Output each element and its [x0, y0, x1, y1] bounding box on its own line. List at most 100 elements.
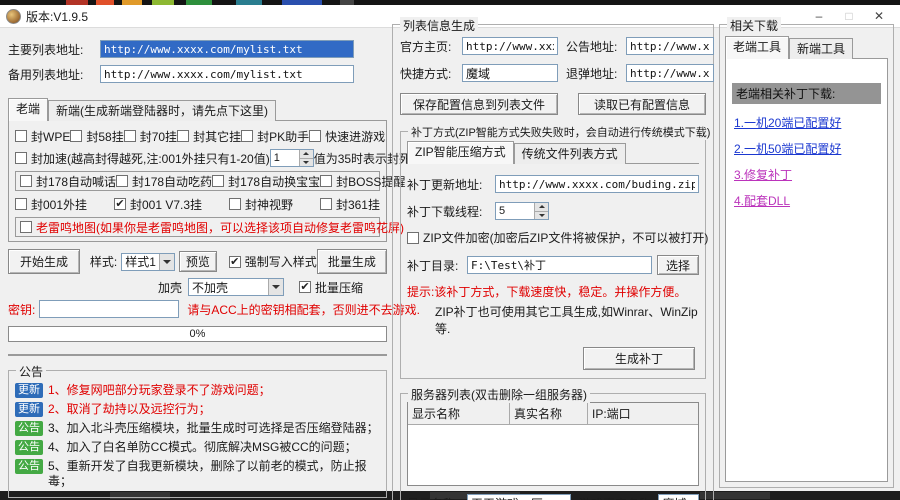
- tab-old-tools[interactable]: 老端工具: [725, 36, 789, 59]
- official-home-input[interactable]: [462, 37, 558, 55]
- checkbox-box[interactable]: ✔: [229, 256, 241, 268]
- middle-panel: 列表信息生成 官方主页: 公告地址: 快捷方式: 退弹地址: 保存配置信息到列表…: [392, 24, 714, 488]
- notice-badge: 公告: [15, 459, 43, 474]
- checkbox-178-pet[interactable]: 封178自动换宝宝: [212, 173, 320, 190]
- shell-select[interactable]: 不加壳: [188, 278, 284, 296]
- checkbox-vision[interactable]: 封神视野: [229, 196, 293, 213]
- display-name-input[interactable]: [467, 494, 571, 500]
- checkbox-box[interactable]: [177, 130, 189, 142]
- choose-dir-button[interactable]: 选择: [657, 255, 699, 275]
- checkbox-box[interactable]: [212, 175, 224, 187]
- notice-badge: 更新: [15, 402, 43, 417]
- checkbox-box[interactable]: [20, 175, 32, 187]
- checkbox-box[interactable]: [15, 198, 27, 210]
- bounce-addr-label: 退弹地址:: [566, 65, 626, 82]
- checkbox-box[interactable]: [15, 130, 27, 142]
- checkbox-fastenter[interactable]: 快速进游戏: [309, 128, 385, 145]
- real-name-input[interactable]: [658, 494, 699, 500]
- notice-addr-input[interactable]: [626, 37, 714, 55]
- preview-button[interactable]: 预览: [179, 251, 217, 272]
- download-link-fix[interactable]: 3.修复补丁: [734, 166, 881, 183]
- checkbox-box[interactable]: [309, 130, 321, 142]
- server-table[interactable]: 显示名称 真实名称 IP:端口: [407, 402, 699, 486]
- download-link-20[interactable]: 1.一机20端已配置好: [734, 114, 881, 131]
- primary-list-input[interactable]: [100, 40, 354, 58]
- checkbox-box[interactable]: [124, 130, 136, 142]
- close-button[interactable]: ✕: [864, 6, 894, 26]
- checkbox-box[interactable]: ✔: [299, 281, 311, 293]
- thread-spinner[interactable]: 5: [495, 202, 549, 220]
- list-info-group: 列表信息生成 官方主页: 公告地址: 快捷方式: 退弹地址: 保存配置信息到列表…: [392, 24, 714, 500]
- key-label: 密钥:: [8, 301, 35, 318]
- save-config-button[interactable]: 保存配置信息到列表文件: [400, 93, 558, 115]
- maximize-button[interactable]: □: [834, 6, 864, 26]
- checkbox-178-potion[interactable]: 封178自动吃药: [116, 173, 212, 190]
- checkbox-batch-compress[interactable]: ✔批量压缩: [299, 279, 363, 296]
- spinner-down-icon[interactable]: [300, 158, 313, 167]
- spinner-up-icon[interactable]: [535, 203, 548, 211]
- spinner-up-icon[interactable]: [300, 150, 313, 158]
- checkbox-other[interactable]: 封其它挂: [177, 128, 241, 145]
- checkbox-pk[interactable]: 封PK助手: [241, 128, 309, 145]
- checkbox-zip-encrypt[interactable]: ZIP文件加密(加密后ZIP文件将被保护，不可以被打开): [407, 229, 708, 246]
- progress-bar: 0%: [8, 326, 387, 342]
- notice-text: 2、取消了劫持以及远控行为；: [48, 402, 211, 417]
- checkbox-box[interactable]: [241, 130, 253, 142]
- bounce-addr-input[interactable]: [626, 64, 714, 82]
- checkbox-box[interactable]: ✔: [114, 198, 126, 210]
- checkbox-box[interactable]: [116, 175, 128, 187]
- tab-new-client[interactable]: 新端(生成新端登陆器时，请先点下这里): [48, 100, 276, 121]
- col-real-name[interactable]: 真实名称: [510, 403, 588, 424]
- notice-badge: 更新: [15, 383, 43, 398]
- read-config-button[interactable]: 读取已有配置信息: [578, 93, 706, 115]
- notice-item: 公告 4、加入了白名单防CC模式。彻底解决MSG被CC的问题；: [15, 440, 380, 455]
- notice-text: 1、修复网吧部分玩家登录不了游戏问题；: [48, 383, 271, 398]
- checkbox-box[interactable]: [229, 198, 241, 210]
- download-tab-panel: 老端相关补丁下载: 1.一机20端已配置好 2.一机50端已配置好 3.修复补丁…: [725, 58, 888, 482]
- checkbox-box[interactable]: [20, 221, 32, 233]
- checkbox-001[interactable]: 封001外挂: [15, 196, 87, 213]
- checkbox-box[interactable]: [320, 198, 332, 210]
- backup-list-input[interactable]: [100, 65, 354, 83]
- download-link-50[interactable]: 2.一机50端已配置好: [734, 140, 881, 157]
- checkbox-001-v73[interactable]: ✔封001 V7.3挂: [114, 196, 202, 213]
- checkbox-box[interactable]: [407, 232, 419, 244]
- checkbox-box[interactable]: [15, 152, 27, 164]
- batch-generate-button[interactable]: 批量生成: [317, 249, 387, 274]
- key-input[interactable]: [39, 300, 179, 318]
- dropdown-arrow-icon[interactable]: [268, 279, 283, 295]
- checkbox-361[interactable]: 封361挂: [320, 196, 380, 213]
- server-group-title: 服务器列表(双击删除一组服务器): [408, 386, 590, 403]
- download-header: 老端相关补丁下载:: [732, 83, 881, 104]
- col-ip-port[interactable]: IP:端口: [588, 403, 698, 424]
- checkbox-leiming-map[interactable]: 老雷鸣地图(如果你是老雷鸣地图，可以选择该项自动修复老雷鸣花屏): [20, 219, 404, 236]
- tab-new-tools[interactable]: 新端工具: [789, 38, 853, 59]
- minimize-button[interactable]: –: [804, 6, 834, 26]
- checkbox-178-shout[interactable]: 封178自动喊话: [20, 173, 116, 190]
- checkbox-wpe[interactable]: 封WPE: [15, 128, 70, 145]
- start-generate-button[interactable]: 开始生成: [8, 249, 80, 274]
- style-select[interactable]: 样式1: [121, 253, 175, 271]
- list-info-group-title: 列表信息生成: [400, 17, 478, 34]
- download-link-dll[interactable]: 4.配套DLL: [734, 192, 881, 209]
- checkbox-force-style[interactable]: ✔强制写入样式: [229, 253, 317, 270]
- checkbox-58[interactable]: 封58挂: [70, 128, 123, 145]
- patch-url-input[interactable]: [495, 175, 699, 193]
- checkbox-speed[interactable]: 封加速(越高封得越死,注:001外挂只有1-20值): [15, 150, 270, 167]
- tab-old-client[interactable]: 老端: [8, 98, 48, 121]
- generate-patch-button[interactable]: 生成补丁: [583, 347, 695, 370]
- checkbox-box[interactable]: [320, 175, 332, 187]
- speed-value-spinner[interactable]: 1: [270, 149, 314, 167]
- shortcut-input[interactable]: [462, 64, 558, 82]
- tab-zip-mode[interactable]: ZIP智能压缩方式: [407, 141, 514, 164]
- spinner-down-icon[interactable]: [535, 211, 548, 220]
- col-display-name[interactable]: 显示名称: [408, 403, 510, 424]
- patch-dir-label: 补丁目录:: [407, 257, 467, 274]
- dropdown-arrow-icon[interactable]: [159, 254, 174, 270]
- server-table-body[interactable]: [408, 425, 698, 485]
- patch-dir-input[interactable]: [467, 256, 652, 274]
- checkbox-70[interactable]: 封70挂: [124, 128, 177, 145]
- notice-item: 公告 3、加入北斗壳压缩模块，批量生成时可选择是否压缩登陆器；: [15, 421, 380, 436]
- tab-traditional-mode[interactable]: 传统文件列表方式: [514, 143, 626, 164]
- checkbox-box[interactable]: [70, 130, 82, 142]
